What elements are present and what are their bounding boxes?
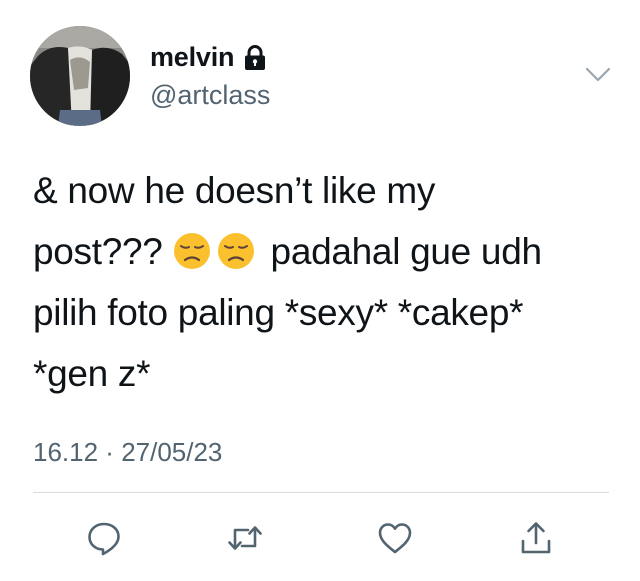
avatar-image bbox=[30, 26, 130, 126]
user-handle[interactable]: @artclass bbox=[150, 80, 270, 111]
retweet-button[interactable] bbox=[223, 516, 267, 560]
tweet-text-segment: post??? bbox=[33, 231, 173, 272]
disappointed-face-emoji bbox=[173, 227, 211, 269]
tweet-text-line: post??? padahal gue udh bbox=[33, 221, 623, 282]
tweet-card: melvin @artclass & now he doesn’t like m… bbox=[0, 0, 640, 581]
tweet-time: 16.12 bbox=[33, 437, 99, 467]
reply-button[interactable] bbox=[82, 516, 126, 560]
like-icon bbox=[378, 523, 412, 554]
tweet-text-line: & now he doesn’t like my bbox=[33, 170, 436, 211]
name-row: melvin bbox=[150, 42, 267, 73]
meta-separator: · bbox=[98, 437, 122, 467]
divider bbox=[33, 492, 609, 493]
tweet-text: & now he doesn’t like my post??? padahal… bbox=[33, 160, 623, 404]
tweet-date: 27/05/23 bbox=[121, 437, 223, 467]
avatar[interactable] bbox=[30, 26, 130, 126]
display-name[interactable]: melvin bbox=[150, 42, 235, 73]
tweet-text-segment: padahal gue udh bbox=[270, 231, 543, 272]
disappointed-face-emoji bbox=[217, 227, 255, 269]
chevron-down-icon[interactable] bbox=[585, 66, 611, 84]
reply-icon bbox=[88, 522, 120, 556]
retweet-icon bbox=[228, 526, 262, 550]
tweet-text-line: *gen z* bbox=[33, 353, 151, 394]
lock-icon bbox=[243, 44, 267, 71]
tweet-text-line: pilih foto paling *sexy* *cakep* bbox=[33, 292, 524, 333]
share-button[interactable] bbox=[514, 516, 558, 560]
like-button[interactable] bbox=[373, 516, 417, 560]
share-icon bbox=[521, 522, 551, 554]
tweet-timestamp[interactable]: 16.12 · 27/05/23 bbox=[33, 437, 222, 468]
